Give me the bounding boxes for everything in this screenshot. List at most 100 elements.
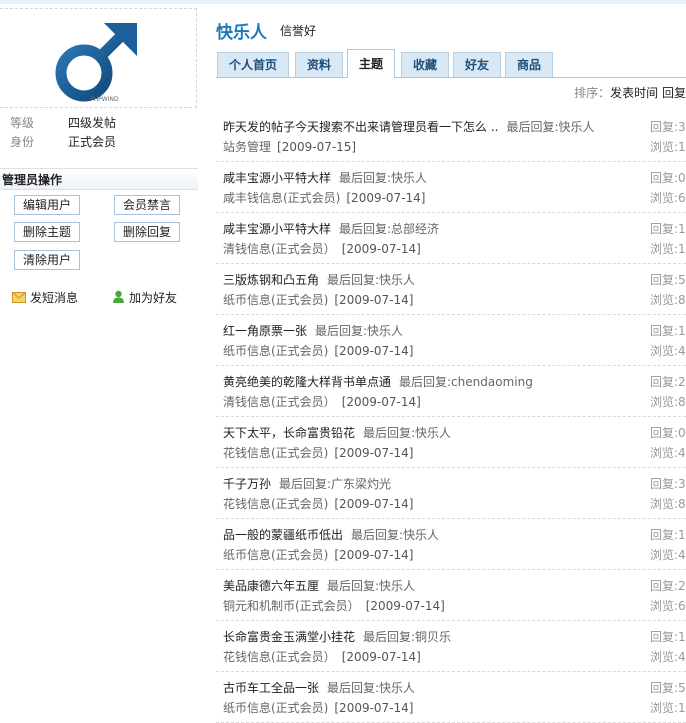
topic-line: 品一般的蒙疆纸币低出 最后回复:快乐人 [223, 526, 439, 543]
topic-date: [2009-07-14] [365, 599, 445, 613]
topic-title[interactable]: 美品康德六年五厘 [223, 579, 319, 593]
topic-line: 美品康德六年五厘 最后回复:快乐人 [223, 577, 415, 594]
view-count: 浏览:6 [650, 191, 686, 205]
topic-board[interactable]: 花钱信息(正式会员) [223, 497, 328, 511]
reply-count: 回复:1 [650, 222, 686, 236]
add-friend-link[interactable]: 加为好友 [112, 289, 177, 307]
topic-title[interactable]: 红一角原票一张 [223, 324, 307, 338]
topic-board[interactable]: 咸丰钱信息(正式会员) [223, 191, 340, 205]
topic-meta-line: 纸币信息(正式会员) [2009-07-14] [223, 699, 413, 716]
topic-board[interactable]: 纸币信息(正式会员) [223, 701, 328, 715]
last-reply: 最后回复:快乐人 [506, 120, 595, 134]
tab-favorites[interactable]: 收藏 [401, 52, 449, 77]
topic-date: [2009-07-14] [334, 497, 414, 511]
topic-meta-line: 铜元和机制币(正式会员） [2009-07-14] [223, 597, 445, 614]
reply-count: 回复:1 [650, 324, 686, 338]
edit-user-button[interactable]: 编辑用户 [14, 195, 81, 215]
topic-board[interactable]: 花钱信息(正式会员) [223, 446, 328, 460]
last-reply: 最后回复:铜贝乐 [363, 630, 452, 644]
last-reply: 最后回复:快乐人 [339, 171, 428, 185]
reputation-label: 信誉好 [280, 24, 317, 38]
delete-topics-button[interactable]: 删除主题 [14, 222, 81, 242]
view-count: 浏览:1 [650, 140, 686, 154]
envelope-icon [12, 290, 26, 308]
topic-date: [2009-07-14] [334, 293, 414, 307]
topic-date: [2009-07-14] [341, 395, 421, 409]
view-count: 浏览:4 [650, 344, 686, 358]
clear-user-button[interactable]: 清除用户 [14, 250, 81, 270]
topic-title[interactable]: 古币车工全品一张 [223, 681, 319, 695]
tab-home[interactable]: 个人首页 [217, 52, 289, 77]
username[interactable]: 快乐人 [216, 18, 267, 43]
reply-count: 回复:0 [650, 171, 686, 185]
add-friend-label: 加为好友 [129, 291, 178, 305]
reply-count: 回复:1 [650, 528, 686, 542]
profile-tabs: 个人首页 资料 主题 收藏 好友 商品 [216, 49, 686, 78]
topic-title[interactable]: 咸丰宝源小平特大样 [223, 171, 331, 185]
tab-friends[interactable]: 好友 [453, 52, 501, 77]
male-symbol-icon: PHPWIND [55, 23, 137, 103]
topic-board[interactable]: 纸币信息(正式会员) [223, 548, 328, 562]
topic-meta-line: 纸币信息(正式会员) [2009-07-14] [223, 342, 413, 359]
topic-meta-line: 纸币信息(正式会员) [2009-07-14] [223, 546, 413, 563]
topic-line: 咸丰宝源小平特大样 最后回复:总部经济 [223, 220, 439, 237]
topic-title[interactable]: 黄亮绝美的乾隆大样背书单点通 [223, 375, 391, 389]
view-count: 浏览:4 [650, 650, 686, 664]
last-reply: 最后回复:快乐人 [351, 528, 440, 542]
sort-bar: 排序：发表时间 回复 [216, 84, 686, 101]
send-message-link[interactable]: 发短消息 [12, 289, 78, 307]
topic-title[interactable]: 三版炼钢和凸五角 [223, 273, 319, 287]
topic-row: 咸丰宝源小平特大样 最后回复:总部经济 清钱信息(正式会员） [2009-07-14]… [216, 212, 686, 264]
topic-board[interactable]: 站务管理 [223, 140, 271, 154]
topic-meta-line: 清钱信息(正式会员） [2009-07-14] [223, 393, 421, 410]
last-reply: 最后回复:总部经济 [339, 222, 440, 236]
ban-user-button[interactable]: 会员禁言 [114, 195, 181, 215]
topic-meta-line: 花钱信息(正式会员) [2009-07-14] [223, 444, 413, 461]
topic-board[interactable]: 清钱信息(正式会员） [223, 395, 336, 409]
topic-title[interactable]: 千子万孙 [223, 477, 271, 491]
topic-title[interactable]: 天下太平，长命富贵铅花 [223, 426, 355, 440]
topic-row: 千子万孙 最后回复:广东梁灼光 花钱信息(正式会员) [2009-07-14] 回复:3… [216, 467, 686, 519]
view-count: 浏览:4 [650, 548, 686, 562]
tab-topics[interactable]: 主题 [347, 49, 395, 78]
topic-title[interactable]: 品一般的蒙疆纸币低出 [223, 528, 343, 542]
topic-title[interactable]: 昨天发的帖子今天搜索不出来请管理员看一下怎么 .. [223, 120, 498, 134]
topic-board[interactable]: 纸币信息(正式会员) [223, 344, 328, 358]
topic-board[interactable]: 铜元和机制币(正式会员） [223, 599, 360, 613]
topic-board[interactable]: 清钱信息(正式会员） [223, 242, 336, 256]
reply-count: 回复:3 [650, 477, 686, 491]
topic-row: 咸丰宝源小平特大样 最后回复:快乐人咸丰钱信息(正式会员) [2009-07-14]… [216, 161, 686, 213]
view-count: 浏览:4 [650, 446, 686, 460]
view-count: 浏览:1 [650, 242, 686, 256]
topic-meta-line: 花钱信息(正式会员) [2009-07-14] [223, 495, 413, 512]
topic-title[interactable]: 咸丰宝源小平特大样 [223, 222, 331, 236]
topic-date: [2009-07-14] [346, 191, 426, 205]
view-count: 浏览:1 [650, 701, 686, 715]
reply-count: 回复:1 [650, 630, 686, 644]
topic-date: [2009-07-14] [334, 344, 414, 358]
topic-date: [2009-07-14] [341, 650, 421, 664]
level-label: 等级 [10, 116, 35, 130]
tab-goods[interactable]: 商品 [505, 52, 553, 77]
topic-row: 长命富贵金玉满堂小挂花 最后回复:铜贝乐花钱信息(正式会员） [2009-07-14… [216, 620, 686, 672]
topic-line: 天下太平，长命富贵铅花 最后回复:快乐人 [223, 424, 451, 441]
topic-date: [2009-07-14] [334, 701, 414, 715]
delete-replies-button[interactable]: 删除回复 [114, 222, 181, 242]
view-count: 浏览:8 [650, 293, 686, 307]
topic-date: [2009-07-14] [341, 242, 421, 256]
tab-profile[interactable]: 资料 [295, 52, 343, 77]
identity-label: 身份 [10, 135, 35, 149]
reply-count: 回复:3 [650, 120, 686, 134]
admin-panel-title: 管理员操作 [0, 168, 198, 190]
reply-count: 回复:2 [650, 375, 686, 389]
topic-board[interactable]: 花钱信息(正式会员） [223, 650, 336, 664]
topic-board[interactable]: 纸币信息(正式会员) [223, 293, 328, 307]
reply-count: 回复:5 [650, 273, 686, 287]
sort-label: 排序： [574, 86, 611, 100]
sort-options[interactable]: 发表时间 回复 [610, 86, 686, 100]
send-message-label: 发短消息 [30, 291, 79, 305]
topic-date: [2009-07-14] [334, 548, 414, 562]
avatar[interactable]: PHPWIND [0, 8, 197, 108]
topic-date: [2009-07-14] [334, 446, 414, 460]
topic-title[interactable]: 长命富贵金玉满堂小挂花 [223, 630, 355, 644]
